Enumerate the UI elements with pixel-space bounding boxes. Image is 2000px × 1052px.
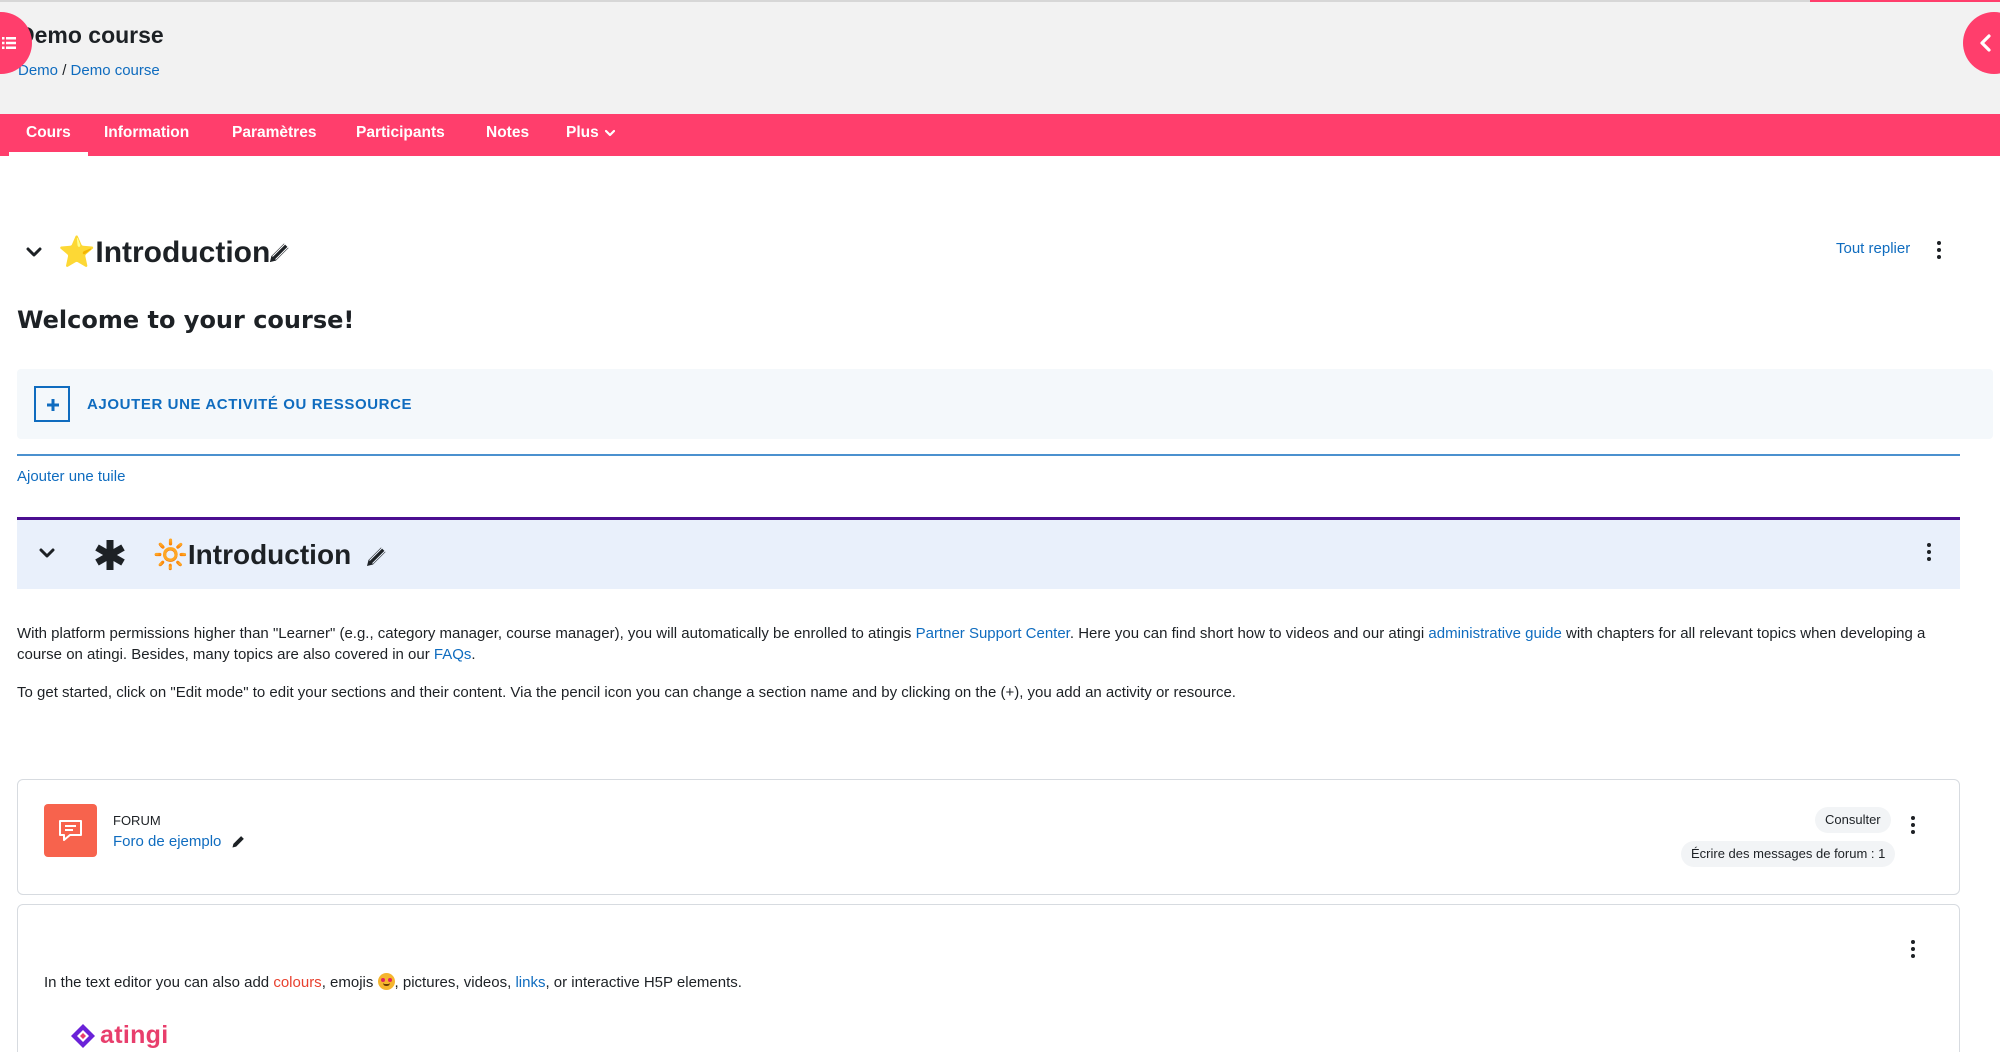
pencil-icon xyxy=(232,836,244,848)
list-icon xyxy=(2,37,16,49)
chevron-down-icon xyxy=(604,114,615,152)
section-title: ⭐Introduction xyxy=(58,235,270,270)
activity-actions-menu-icon[interactable] xyxy=(1903,937,1923,961)
breadcrumb-separator: / xyxy=(62,62,67,79)
tab-participants[interactable]: Participants xyxy=(356,114,445,156)
section-tile-header: 🔆Introduction xyxy=(17,517,1960,589)
chevron-down-icon xyxy=(26,247,42,257)
section-actions-menu-icon[interactable] xyxy=(1929,238,1949,262)
section-title-text: Introduction xyxy=(187,539,352,570)
text-editor-description: In the text editor you can also add colo… xyxy=(44,973,742,991)
tab-plus[interactable]: Plus xyxy=(566,114,615,156)
text-segment: , pictures, videos, xyxy=(394,974,516,991)
edit-section-name-button[interactable] xyxy=(266,240,292,271)
text-segment: , or interactive H5P elements. xyxy=(545,974,742,991)
add-activity-label: AJOUTER UNE ACTIVITÉ OU RESSOURCE xyxy=(87,396,413,413)
partner-support-center-link[interactable]: Partner Support Center xyxy=(916,625,1070,642)
atingi-logo-text: atingi xyxy=(100,1021,169,1049)
breadcrumb-item-demo-course[interactable]: Demo course xyxy=(71,62,160,79)
tab-label: Plus xyxy=(566,124,599,142)
pencil-icon xyxy=(367,547,386,566)
text-segment: , emojis xyxy=(321,974,378,991)
tab-parametres[interactable]: Paramètres xyxy=(232,114,316,156)
text-segment: With platform permissions higher than "L… xyxy=(17,625,916,642)
atingi-diamond-icon xyxy=(71,1024,95,1048)
section-collapse-chevron[interactable] xyxy=(39,546,55,564)
activity-type-label: FORUM xyxy=(113,813,161,828)
tab-label: Cours xyxy=(26,124,71,141)
edit-activity-name-button[interactable] xyxy=(230,834,246,855)
sun-icon: 🔆 xyxy=(153,539,188,570)
collapse-all-link[interactable]: Tout replier xyxy=(1836,240,1910,257)
pencil-icon xyxy=(270,243,289,262)
forum-icon xyxy=(44,804,97,857)
star-icon: ⭐ xyxy=(58,236,96,269)
course-nav: Cours Information Paramètres Participant… xyxy=(0,114,2000,156)
tab-label: Paramètres xyxy=(232,124,317,141)
text-segment: . Here you can find short how to videos … xyxy=(1069,625,1429,642)
breadcrumb-item-demo[interactable]: Demo xyxy=(18,62,58,79)
asterisk-icon xyxy=(93,538,127,577)
heart-eyes-emoji-icon xyxy=(377,973,395,990)
tab-information[interactable]: Information xyxy=(104,114,189,156)
tab-notes[interactable]: Notes xyxy=(486,114,529,156)
tab-cours[interactable]: Cours xyxy=(9,114,88,156)
breadcrumb: Demo / Demo course xyxy=(18,62,160,79)
text-media-card: In the text editor you can also add colo… xyxy=(17,904,1960,1052)
tab-label: Notes xyxy=(486,124,530,141)
forum-posts-completion-badge: Écrire des messages de forum : 1 xyxy=(1681,841,1896,867)
text-segment: In the text editor you can also add xyxy=(44,974,274,991)
page-title: Demo course xyxy=(18,22,164,48)
page-header: Demo course Demo / Demo course xyxy=(0,2,2000,114)
colours-text: colours xyxy=(273,974,322,991)
plus-icon xyxy=(34,386,70,422)
add-activity-button[interactable]: AJOUTER UNE ACTIVITÉ OU RESSOURCE xyxy=(17,369,1993,439)
forum-activity-card: FORUM Foro de ejemplo Consulter Écrire d… xyxy=(17,779,1960,895)
tab-label: Participants xyxy=(356,124,445,141)
add-tile-link[interactable]: Ajouter une tuile xyxy=(17,468,125,485)
getting-started-paragraph: To get started, click on "Edit mode" to … xyxy=(17,684,1236,701)
section-title: 🔆Introduction xyxy=(153,538,351,571)
section-summary-paragraph: With platform permissions higher than "L… xyxy=(17,623,1962,665)
tab-label: Information xyxy=(104,124,190,141)
faqs-link[interactable]: FAQs xyxy=(434,646,472,663)
section-actions-menu-icon[interactable] xyxy=(1919,540,1939,564)
activity-actions-menu-icon[interactable] xyxy=(1903,813,1923,837)
text-segment: . xyxy=(471,646,476,663)
administrative-guide-link[interactable]: administrative guide xyxy=(1428,625,1561,642)
links-link[interactable]: links xyxy=(515,974,545,991)
edit-section-name-button[interactable] xyxy=(363,544,389,575)
forum-name-link[interactable]: Foro de ejemplo xyxy=(113,833,221,850)
chevron-down-icon xyxy=(39,548,55,558)
section-collapse-chevron[interactable] xyxy=(26,245,42,263)
chevron-left-icon xyxy=(1980,34,1991,52)
view-completion-badge: Consulter xyxy=(1815,807,1891,833)
welcome-heading: Welcome to your course! xyxy=(17,306,355,334)
section-title-text: Introduction xyxy=(95,236,271,269)
section-divider xyxy=(17,454,1960,456)
